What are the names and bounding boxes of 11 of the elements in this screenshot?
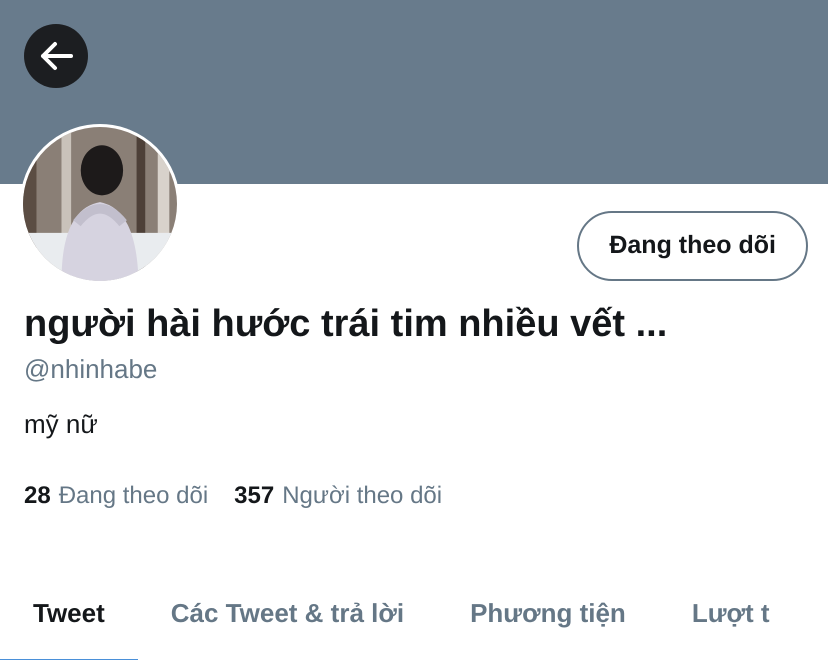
profile-tab[interactable]: Tweet [0, 584, 138, 660]
following-button[interactable]: Đang theo dõi [577, 211, 808, 281]
profile-tab[interactable]: Phương tiện [437, 584, 659, 660]
profile-handle: @nhinhabe [24, 352, 158, 386]
profile-bio: mỹ nữ [24, 408, 99, 441]
profile-tab[interactable]: Lượt t [658, 584, 803, 660]
profile-tab[interactable]: Các Tweet & trả lời [138, 584, 438, 660]
stat-link[interactable]: 357 Người theo dõi [234, 478, 442, 514]
profile-name: người hài hước trái tim nhiều vết ... [24, 302, 668, 347]
stat-link[interactable]: 28 Đang theo dõi [24, 478, 208, 514]
back-arrow-icon [39, 41, 73, 71]
